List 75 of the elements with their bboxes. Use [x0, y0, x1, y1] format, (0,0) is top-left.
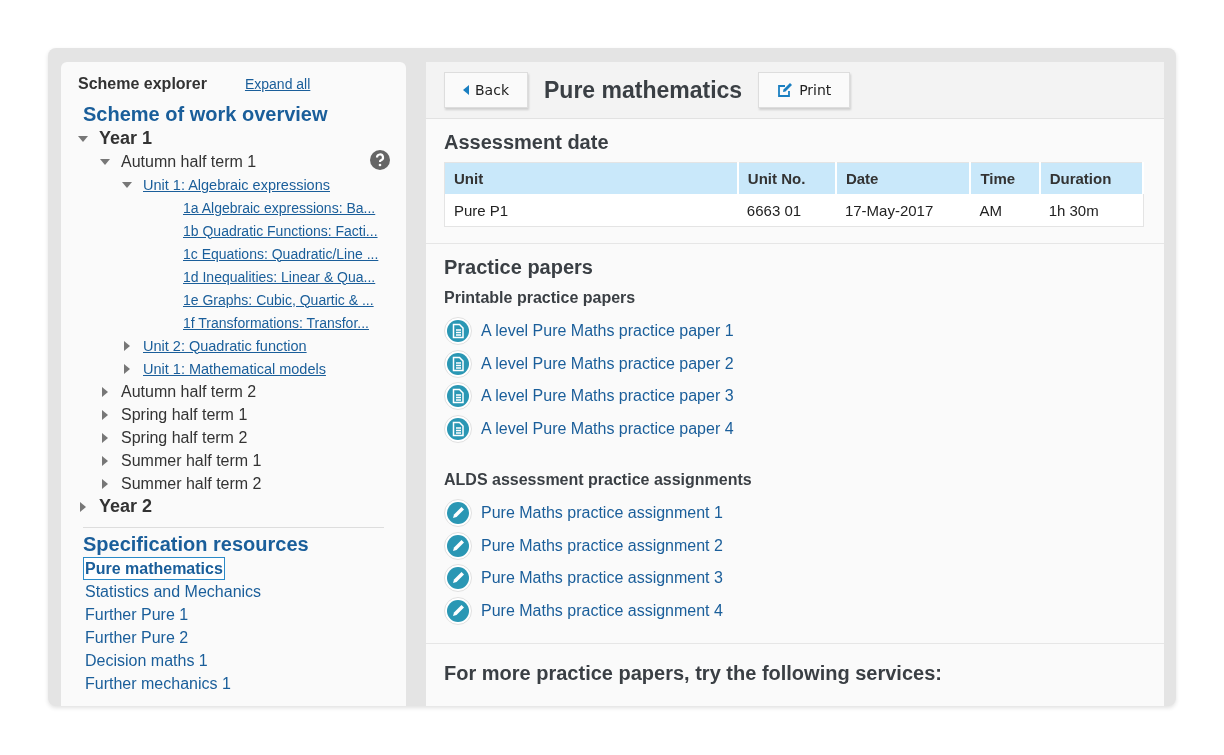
resource-link[interactable]: Pure Maths practice assignment 4 [481, 601, 723, 620]
sidebar-title: Scheme explorer [78, 75, 207, 93]
resource-link[interactable]: Statistics and Mechanics [83, 580, 264, 603]
resource-link[interactable]: Decision maths 1 [83, 649, 210, 672]
pencil-icon [444, 499, 472, 528]
column-header: Unit [444, 162, 738, 194]
tree-item[interactable]: Year 1 [99, 128, 153, 149]
help-icon[interactable] [370, 150, 390, 170]
resource-link[interactable]: Further Pure 1 [83, 603, 191, 626]
caret-down-icon[interactable] [78, 133, 88, 144]
tree-link[interactable]: Unit 1: Mathematical models [143, 360, 326, 377]
table-cell: 1h 30m [1039, 194, 1143, 227]
table-cell: 6663 01 [737, 194, 836, 227]
resource-link[interactable]: Further mechanics 1 [83, 672, 233, 695]
table-cell: 17-May-2017 [835, 194, 971, 227]
tree-link[interactable]: 1b Quadratic Functions: Facti... [183, 222, 378, 239]
section-heading: Assessment date [444, 131, 610, 154]
resource-link[interactable]: A level Pure Maths practice paper 1 [481, 322, 734, 341]
section-heading: For more practice papers, try the following services: [444, 662, 943, 685]
resource-link[interactable]: A level Pure Maths practice paper 4 [481, 419, 734, 438]
tree-item[interactable]: Summer half term 1 [121, 451, 262, 470]
expand-all-link[interactable]: Expand all [244, 76, 311, 92]
edit-icon [777, 82, 794, 98]
document-icon [444, 349, 472, 378]
pencil-icon [444, 531, 472, 560]
caret-right-icon[interactable] [100, 409, 110, 420]
group-heading: ALDS assessment practice assignments [444, 471, 753, 489]
caret-right-icon[interactable] [122, 363, 132, 374]
tree-link[interactable]: 1a Algebraic expressions: Ba... [183, 199, 376, 216]
document-icon [444, 414, 472, 443]
document-icon [444, 317, 472, 346]
group-heading: Printable practice papers [444, 289, 637, 307]
section-heading: Scheme of work overview [83, 103, 329, 126]
section-heading: Practice papers [444, 256, 594, 279]
document-icon [444, 382, 472, 411]
tree-link[interactable]: 1f Transformations: Transfor... [183, 314, 369, 331]
table-cell: Pure P1 [444, 194, 738, 227]
resource-link[interactable]: Pure Maths practice assignment 2 [481, 536, 723, 555]
column-header: Duration [1039, 162, 1143, 194]
caret-right-icon[interactable] [100, 386, 110, 397]
print-button[interactable]: Print [758, 72, 851, 108]
tree-item[interactable]: Year 2 [99, 496, 153, 517]
tree-item[interactable]: Spring half term 1 [121, 405, 248, 424]
caret-down-icon[interactable] [122, 179, 132, 190]
tree-link[interactable]: Unit 1: Algebraic expressions [143, 176, 330, 193]
pencil-icon [444, 564, 472, 593]
caret-right-icon[interactable] [78, 501, 88, 512]
tree-link[interactable]: 1e Graphs: Cubic, Quartic & ... [183, 291, 374, 308]
caret-down-icon[interactable] [100, 156, 110, 167]
caret-right-icon[interactable] [122, 340, 132, 351]
column-header: Unit No. [737, 162, 836, 194]
caret-right-icon[interactable] [100, 455, 110, 466]
caret-right-icon[interactable] [100, 432, 110, 443]
tree-link[interactable]: 1d Inequalities: Linear & Qua... [183, 268, 376, 285]
section-heading: Specification resources [83, 533, 310, 556]
caret-right-icon[interactable] [100, 478, 110, 489]
table-cell: AM [970, 194, 1040, 227]
resource-link[interactable]: Further Pure 2 [83, 626, 191, 649]
tree-item[interactable]: Spring half term 2 [121, 428, 248, 447]
page-title: Pure mathematics [544, 76, 743, 104]
resource-link[interactable]: A level Pure Maths practice paper 2 [481, 354, 734, 373]
resource-link[interactable]: Pure Maths practice assignment 1 [481, 504, 723, 523]
caret-left-icon [463, 85, 469, 95]
resource-link[interactable]: Pure Maths practice assignment 3 [481, 569, 723, 588]
tree-link[interactable]: 1c Equations: Quadratic/Line ... [183, 245, 379, 262]
resource-link[interactable]: A level Pure Maths practice paper 3 [481, 387, 734, 406]
tree-item[interactable]: Autumn half term 2 [121, 382, 257, 401]
resource-link[interactable]: Pure mathematics [83, 557, 225, 580]
tree-link[interactable]: Unit 2: Quadratic function [143, 337, 307, 354]
column-header: Date [835, 162, 971, 194]
pencil-icon [444, 596, 472, 625]
tree-item[interactable]: Summer half term 2 [121, 474, 262, 493]
tree-item[interactable]: Autumn half term 1 [121, 152, 257, 171]
column-header: Time [970, 162, 1040, 194]
back-button[interactable]: Back [444, 72, 528, 108]
